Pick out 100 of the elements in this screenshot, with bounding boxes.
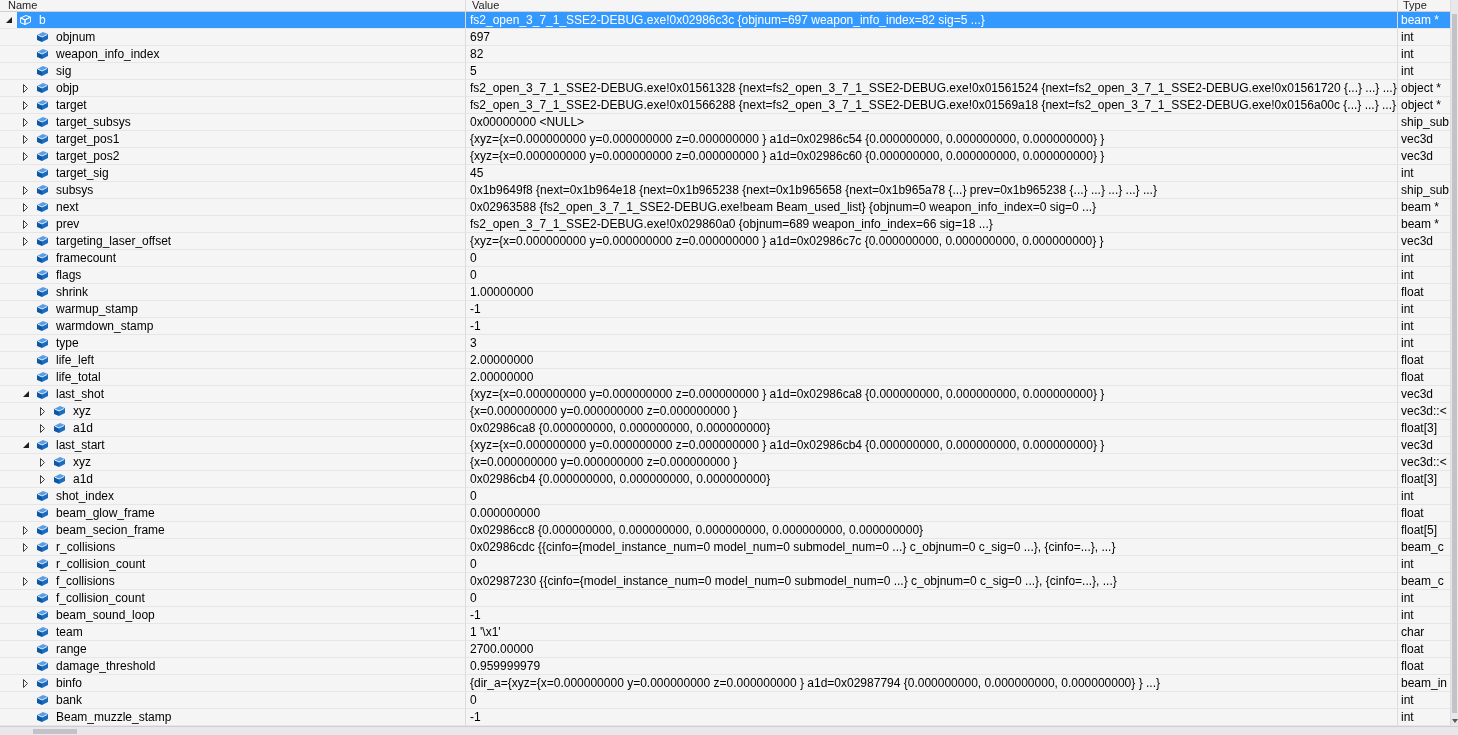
watch-row[interactable]: weapon_info_index 82 int [0, 46, 1450, 63]
watch-row[interactable]: last_shot {xyz={x=0.000000000 y=0.000000000 z=0.000000000 } a1d=0x02986ca8 {0.000000000, 0.000000000, 0.000000000} } vec3d [0, 386, 1450, 403]
vertical-scrollbar[interactable] [1450, 0, 1458, 726]
watch-row[interactable]: r_collisions 0x02986cdc {{cinfo={model_instance_num=0 model_num=0 submodel_num=0 ...} c_objnum=0 c_sig=0 ...}, {cinfo=...}, ...} beam_c [0, 539, 1450, 556]
cube-icon [37, 219, 48, 229]
variable-name: range [56, 641, 87, 657]
variable-type: float[3] [1401, 471, 1438, 487]
variable-type: vec3d [1401, 386, 1434, 402]
variable-type: int [1401, 267, 1414, 283]
caret-icon[interactable] [23, 185, 28, 195]
watch-row[interactable]: objnum 697 int [0, 29, 1450, 46]
caret-icon[interactable] [23, 219, 28, 229]
variable-value: -1 [470, 607, 481, 623]
variable-value: {xyz={x=0.000000000 y=0.000000000 z=0.000000000 } a1d=0x02986c7c {0.000000000, 0.000000000, 0.000000000} } [470, 233, 1104, 249]
caret-icon[interactable] [23, 117, 28, 127]
watch-row[interactable]: beam_secion_frame 0x02986cc8 {0.000000000, 0.000000000, 0.000000000, 0.000000000, 0.000000000} float[5] [0, 522, 1450, 539]
watch-row[interactable]: prev fs2_open_3_7_1_SSE2-DEBUG.exe!0x029860a0 {objnum=689 weapon_info_index=66 sig=18 ...} beam * [0, 216, 1450, 233]
variable-type: int [1401, 46, 1414, 62]
watch-row[interactable]: a1d 0x02986cb4 {0.000000000, 0.000000000, 0.000000000} float[3] [0, 471, 1450, 488]
variable-value: 0x02986cb4 {0.000000000, 0.000000000, 0.000000000} [470, 471, 771, 487]
cube-icon [37, 287, 48, 297]
caret-icon[interactable] [23, 525, 28, 535]
watch-row[interactable]: bank 0 int [0, 692, 1450, 709]
variable-type: vec3d::< [1401, 454, 1447, 470]
caret-icon[interactable] [23, 134, 28, 144]
cube-icon [37, 32, 48, 42]
caret-icon[interactable] [23, 100, 28, 110]
watch-row[interactable]: last_start {xyz={x=0.000000000 y=0.000000000 z=0.000000000 } a1d=0x02986cb4 {0.000000000, 0.000000000, 0.000000000} } vec3d [0, 437, 1450, 454]
caret-icon[interactable] [22, 391, 29, 397]
variable-type: vec3d [1401, 148, 1434, 164]
variable-name: beam_glow_frame [56, 505, 155, 521]
cube-icon [37, 712, 48, 722]
variable-name: shrink [56, 284, 88, 300]
variable-value: {xyz={x=0.000000000 y=0.000000000 z=0.000000000 } a1d=0x02986c60 {0.000000000, 0.000000000, 0.000000000} } [470, 148, 1105, 164]
scrollbar-thumb[interactable] [33, 728, 77, 734]
watch-row[interactable]: binfo {dir_a={xyz={x=0.000000000 y=0.000000000 z=0.000000000 } a1d=0x02987794 {0.000000000, 0.000000000, 0.000000000} } ...} beam_in [0, 675, 1450, 692]
watch-row[interactable]: shrink 1.00000000 float [0, 284, 1450, 301]
caret-icon[interactable] [23, 542, 28, 552]
watch-row[interactable]: flags 0 int [0, 267, 1450, 284]
caret-icon[interactable] [23, 678, 28, 688]
variable-value: 5 [470, 63, 477, 79]
watch-row[interactable]: targeting_laser_offset {xyz={x=0.000000000 y=0.000000000 z=0.000000000 } a1d=0x02986c7c {0.000000000, 0.000000000, 0.000000000} } vec3d [0, 233, 1450, 250]
watch-row[interactable]: target_pos1 {xyz={x=0.000000000 y=0.000000000 z=0.000000000 } a1d=0x02986c54 {0.000000000, 0.000000000, 0.000000000} } vec3d [0, 131, 1450, 148]
cube-icon [37, 644, 48, 654]
watch-row[interactable]: f_collisions 0x02987230 {{cinfo={model_instance_num=0 model_num=0 submodel_num=0 ...} c_objnum=0 c_sig=0 ...}, {cinfo=...}, ...} beam_c [0, 573, 1450, 590]
variable-name: target_sig [56, 165, 109, 181]
watch-row[interactable]: sig 5 int [0, 63, 1450, 80]
watch-row[interactable]: life_total 2.00000000 float [0, 369, 1450, 386]
watch-row[interactable]: damage_threshold 0.959999979 float [0, 658, 1450, 675]
caret-icon[interactable] [23, 576, 28, 586]
variable-type: float [1401, 658, 1424, 674]
watch-row[interactable]: xyz {x=0.000000000 y=0.000000000 z=0.000000000 } vec3d::< [0, 454, 1450, 471]
caret-icon[interactable] [23, 202, 28, 212]
scrollbar-thumb[interactable] [1452, 14, 1457, 713]
watch-row[interactable]: next 0x02963588 {fs2_open_3_7_1_SSE2-DEBUG.exe!beam Beam_used_list} {objnum=0 weapon_info_index=0 sig=0 ...} beam * [0, 199, 1450, 216]
variable-type: vec3d [1401, 233, 1434, 249]
watch-row[interactable]: team 1 '\x1' char [0, 624, 1450, 641]
caret-icon[interactable] [23, 151, 28, 161]
caret-icon[interactable] [40, 474, 45, 484]
down-arrow-icon[interactable] [1451, 719, 1458, 723]
watch-row[interactable]: target_pos2 {xyz={x=0.000000000 y=0.000000000 z=0.000000000 } a1d=0x02986c60 {0.000000000, 0.000000000, 0.000000000} } vec3d [0, 148, 1450, 165]
watch-row[interactable]: framecount 0 int [0, 250, 1450, 267]
caret-icon[interactable] [23, 236, 28, 246]
watch-row[interactable]: target fs2_open_3_7_1_SSE2-DEBUG.exe!0x01566288 {next=fs2_open_3_7_1_SSE2-DEBUG.exe!0x01569a18 {next=fs2_open_3_7_1_SSE2-DEBUG.exe!0x0156a00c {...} ...} ...} object * [0, 97, 1450, 114]
variable-type: int [1401, 709, 1414, 725]
watch-row[interactable]: a1d 0x02986ca8 {0.000000000, 0.000000000, 0.000000000} float[3] [0, 420, 1450, 437]
variable-value: fs2_open_3_7_1_SSE2-DEBUG.exe!0x02986c3c {objnum=697 weapon_info_index=82 sig=5 ...} [470, 12, 985, 28]
cube-icon [37, 83, 48, 93]
variable-name: last_shot [56, 386, 105, 402]
variable-type: beam * [1401, 12, 1440, 28]
watch-row[interactable]: warmdown_stamp -1 int [0, 318, 1450, 335]
cube-icon [37, 236, 48, 246]
caret-icon[interactable] [22, 442, 29, 448]
watch-row[interactable]: subsys 0x1b9649f8 {next=0x1b964e18 {next=0x1b965238 {next=0x1b965658 {next=0x1b965a78 {...} prev=0x1b965238 {...} ...} ...} ...} ...} ship_sub [0, 182, 1450, 199]
variable-value: {dir_a={xyz={x=0.000000000 y=0.000000000 z=0.000000000 } a1d=0x02987794 {0.000000000, 0.000000000, 0.000000000} } ...} [470, 675, 1160, 691]
watch-row[interactable]: objp fs2_open_3_7_1_SSE2-DEBUG.exe!0x01561328 {next=fs2_open_3_7_1_SSE2-DEBUG.exe!0x01561524 {next=fs2_open_3_7_1_SSE2-DEBUG.exe!0x01561720 {...} ...} ...} object * [0, 80, 1450, 97]
watch-row[interactable]: shot_index 0 int [0, 488, 1450, 505]
watch-row[interactable]: type 3 int [0, 335, 1450, 352]
variable-name: objp [56, 80, 79, 96]
caret-icon[interactable] [40, 406, 45, 416]
variable-value: fs2_open_3_7_1_SSE2-DEBUG.exe!0x01566288 {next=fs2_open_3_7_1_SSE2-DEBUG.exe!0x01569a18 {next=fs2_open_3_7_1_SSE2-DEBUG.exe!0x0156a00c {...} ...} ...} [470, 97, 1396, 113]
caret-icon[interactable] [40, 423, 45, 433]
caret-icon[interactable] [23, 83, 28, 93]
variable-type: beam * [1401, 199, 1440, 215]
caret-icon[interactable] [5, 17, 12, 23]
watch-row[interactable]: warmup_stamp -1 int [0, 301, 1450, 318]
variable-name: type [56, 335, 79, 351]
watch-row[interactable]: target_subsys 0x00000000 <NULL> ship_sub [0, 114, 1450, 131]
variable-name: Beam_muzzle_stamp [56, 709, 172, 725]
watch-row[interactable]: f_collision_count 0 int [0, 590, 1450, 607]
watch-row[interactable]: r_collision_count 0 int [0, 556, 1450, 573]
horizontal-scrollbar[interactable] [0, 726, 1458, 735]
watch-row[interactable]: range 2700.00000 float [0, 641, 1450, 658]
watch-row[interactable]: target_sig 45 int [0, 165, 1450, 182]
watch-row[interactable]: beam_sound_loop -1 int [0, 607, 1450, 624]
watch-row[interactable]: xyz {x=0.000000000 y=0.000000000 z=0.000000000 } vec3d::< [0, 403, 1450, 420]
variable-name: target [56, 97, 87, 113]
watch-row[interactable]: life_left 2.00000000 float [0, 352, 1450, 369]
caret-icon[interactable] [40, 457, 45, 467]
watch-row[interactable]: beam_glow_frame 0.000000000 float [0, 505, 1450, 522]
